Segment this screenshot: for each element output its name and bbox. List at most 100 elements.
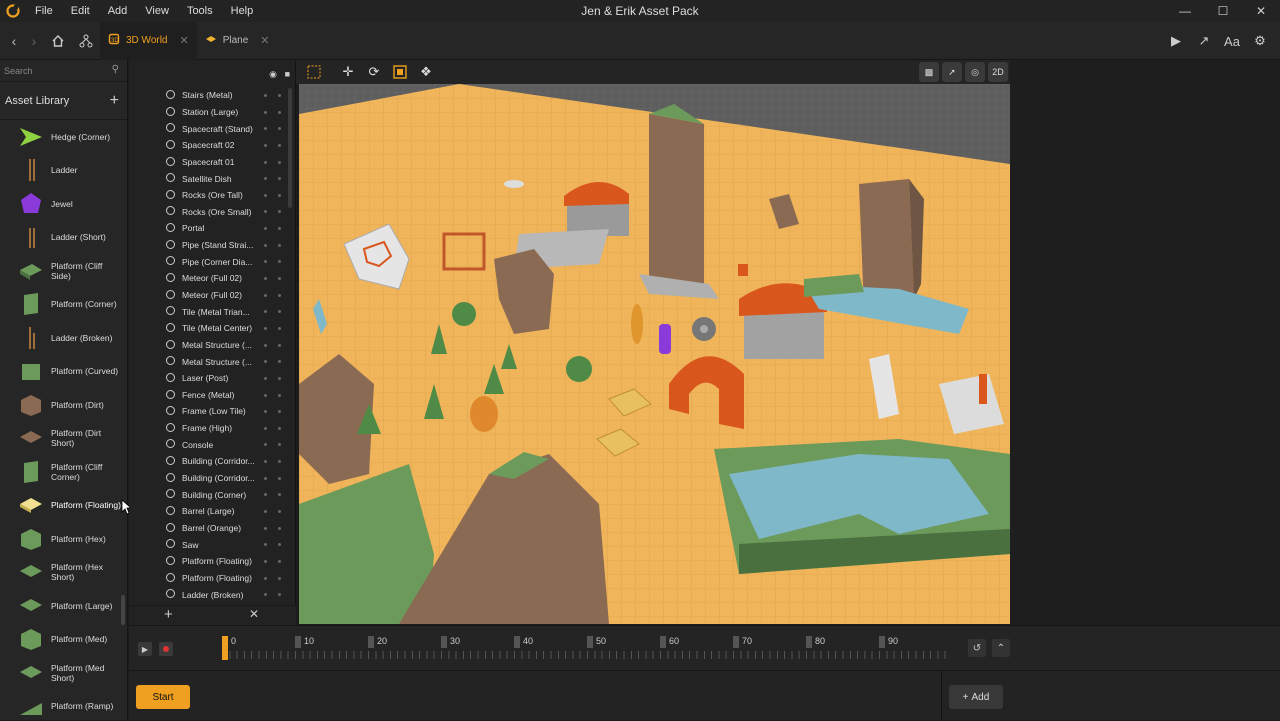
timeline-ruler[interactable]: 0 10 20 30 40 50 60 70 80 90 [222,636,950,662]
scene-object-row[interactable]: Meteor (Full 02) [129,270,289,287]
menu-view[interactable]: View [136,0,178,22]
globe-icon[interactable]: ◎ [965,62,985,82]
add-object-icon[interactable]: + [164,606,173,623]
visibility-dot-icon[interactable] [264,576,267,580]
3d-viewport[interactable] [299,84,1010,624]
loop-icon[interactable]: ↺ [968,639,986,657]
visibility-dot-icon[interactable] [264,343,267,347]
lock-dot-icon[interactable] [278,460,281,464]
asset-item[interactable]: Platform (Ramp) [0,690,122,721]
lock-dot-icon[interactable] [278,310,281,314]
lock-dot-icon[interactable] [278,326,281,330]
visibility-dot-icon[interactable] [264,127,267,131]
asset-item[interactable]: Ladder [0,154,122,188]
lock-dot-icon[interactable] [278,576,281,580]
visibility-dot-icon[interactable] [264,94,267,97]
asset-item[interactable]: Platform (Hex) [0,522,122,556]
visibility-dot-icon[interactable] [264,160,267,164]
scene-object-row[interactable]: Console [129,436,289,453]
close-icon[interactable]: ✕ [1242,0,1280,22]
visibility-dot-icon[interactable] [264,510,267,514]
lock-dot-icon[interactable] [278,210,281,214]
visibility-dot-icon[interactable] [264,393,267,397]
menu-help[interactable]: Help [222,0,263,22]
visibility-dot-icon[interactable] [264,227,267,231]
asset-item[interactable]: Platform (Med) [0,623,122,657]
lock-dot-icon[interactable] [278,426,281,430]
scene-object-row[interactable]: Tile (Metal Center) [129,320,289,337]
app-logo-icon[interactable] [0,0,26,22]
lock-dot-icon[interactable] [278,110,281,114]
asset-item[interactable]: Platform (Hex Short) [0,556,122,590]
axis-icon[interactable]: ➚ [942,62,962,82]
forward-icon[interactable]: › [24,33,44,49]
visibility-dot-icon[interactable] [264,360,267,364]
playhead[interactable] [222,636,228,660]
visibility-eye-icon[interactable]: ◉ [269,69,277,80]
play-icon[interactable]: ▶ [1164,29,1188,53]
visibility-dot-icon[interactable] [264,110,267,114]
visibility-dot-icon[interactable] [264,476,267,480]
lock-dot-icon[interactable] [278,593,281,597]
lock-dot-icon[interactable] [278,360,281,364]
asset-scrollbar[interactable] [121,120,125,720]
visibility-dot-icon[interactable] [264,460,267,464]
asset-item[interactable]: Platform (Floating) ⋯ [0,489,122,523]
menu-edit[interactable]: Edit [62,0,99,22]
menu-file[interactable]: File [26,0,62,22]
asset-item[interactable]: Platform (Cliff Corner) [0,455,122,489]
scene-object-row[interactable]: Spacecraft (Stand) [129,120,289,137]
lock-dot-icon[interactable] [278,160,281,164]
lock-dot-icon[interactable] [278,410,281,414]
visibility-dot-icon[interactable] [264,559,267,563]
scene-object-row[interactable]: Stairs (Metal) [129,87,289,104]
menu-tools[interactable]: Tools [178,0,222,22]
scene-object-row[interactable]: Metal Structure (... [129,353,289,370]
lock-dot-icon[interactable] [278,127,281,131]
visibility-dot-icon[interactable] [264,193,267,197]
lock-dot-icon[interactable] [278,510,281,514]
visibility-dot-icon[interactable] [264,493,267,497]
asset-item[interactable]: Hedge (Corner) [0,120,122,154]
timeline-play-icon[interactable]: ▶ [138,642,152,656]
asset-item[interactable]: Platform (Med Short) [0,656,122,690]
scene-object-row[interactable]: Platform (Floating) [129,553,289,570]
menu-add[interactable]: Add [99,0,137,22]
search-input[interactable]: Search [4,66,33,76]
lock-dot-icon[interactable] [278,227,281,231]
more-options-icon[interactable]: ⋯ [104,500,114,511]
add-button[interactable]: + Add [949,685,1003,709]
asset-item[interactable]: Ladder (Broken) [0,321,122,355]
scene-object-row[interactable]: Spacecraft 01 [129,154,289,171]
visibility-dot-icon[interactable] [264,143,267,147]
visibility-dot-icon[interactable] [264,293,267,297]
remove-object-icon[interactable]: ✕ [249,607,259,621]
asset-item[interactable]: Ladder (Short) [0,221,122,255]
search-box[interactable]: Search ⚲ [0,60,127,82]
lock-dot-icon[interactable] [278,177,281,181]
tab-close-icon[interactable]: ✕ [180,34,189,47]
tab-3d-world[interactable]: 3D 3D World ✕ [100,21,197,60]
lock-dot-icon[interactable] [278,193,281,197]
move-tool-icon[interactable]: ✛ [336,62,360,82]
record-icon[interactable] [159,642,173,656]
scene-object-row[interactable]: Tile (Metal Trian... [129,303,289,320]
asset-item[interactable]: Platform (Large) [0,589,122,623]
lock-icon[interactable]: ■ [285,69,290,79]
asset-item[interactable]: Platform (Corner) [0,288,122,322]
visibility-dot-icon[interactable] [264,243,267,247]
asset-item[interactable]: Platform (Cliff Side) [0,254,122,288]
asset-item[interactable]: Platform (Curved) [0,355,122,389]
lock-dot-icon[interactable] [278,293,281,297]
lock-dot-icon[interactable] [278,543,281,547]
lock-dot-icon[interactable] [278,243,281,247]
lock-dot-icon[interactable] [278,376,281,380]
visibility-dot-icon[interactable] [264,260,267,264]
lock-dot-icon[interactable] [278,260,281,264]
lock-dot-icon[interactable] [278,343,281,347]
visibility-dot-icon[interactable] [264,310,267,314]
scene-object-row[interactable]: Frame (Low Tile) [129,403,289,420]
lock-dot-icon[interactable] [278,443,281,447]
scene-object-row[interactable]: Building (Corridor... [129,470,289,487]
tab-close-icon[interactable]: ✕ [260,34,269,47]
